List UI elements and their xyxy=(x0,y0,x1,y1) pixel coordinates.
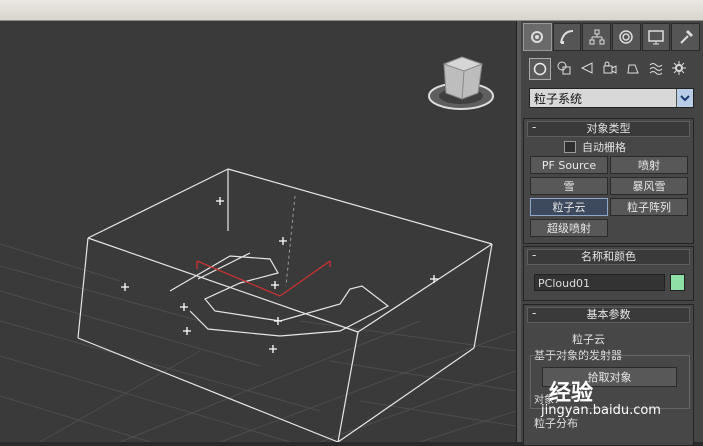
create-category-tabs xyxy=(529,58,699,80)
command-panel-tabs xyxy=(523,23,701,51)
sphere-icon xyxy=(533,62,547,76)
object-color-swatch[interactable] xyxy=(670,274,685,291)
axis-line xyxy=(285,195,296,287)
autogrid-label: 自动栅格 xyxy=(582,141,626,154)
perspective-viewport[interactable]: Baidu xyxy=(0,21,597,442)
name-color-title: 名称和颜色 xyxy=(581,250,636,263)
systems-category[interactable] xyxy=(669,58,689,78)
shapes-icon xyxy=(557,61,571,75)
super-spray-button[interactable]: 超级喷射 xyxy=(530,219,608,237)
spray-button[interactable]: 喷射 xyxy=(610,156,688,174)
parray-button[interactable]: 粒子阵列 xyxy=(610,198,688,216)
autogrid-checkbox[interactable] xyxy=(564,141,576,153)
particle-cloud-gizmo xyxy=(196,260,331,297)
spacewarps-category[interactable] xyxy=(646,58,666,78)
spiral-emitter-shape xyxy=(169,252,390,337)
particle-markers xyxy=(121,197,438,353)
viewcube xyxy=(428,56,494,110)
modify-icon xyxy=(560,30,574,44)
hierarchy-tab[interactable] xyxy=(582,23,612,51)
camera-icon xyxy=(603,61,617,74)
name-color-rollout: - 名称和颜色 PCloud01 xyxy=(523,246,694,301)
helpers-category[interactable] xyxy=(623,58,643,78)
hammer-icon xyxy=(679,30,693,44)
wave-icon xyxy=(649,63,663,75)
display-icon xyxy=(648,30,664,45)
ground-grid xyxy=(0,243,516,442)
motion-tab[interactable] xyxy=(612,23,641,51)
modify-tab[interactable] xyxy=(552,23,582,51)
name-color-header[interactable]: - 名称和颜色 xyxy=(527,248,690,265)
category-dropdown-value: 粒子系统 xyxy=(534,92,583,106)
chevron-down-icon xyxy=(680,95,690,102)
light-icon xyxy=(580,62,593,74)
object-type-title: 对象类型 xyxy=(586,122,631,135)
category-dropdown[interactable]: 粒子系统 xyxy=(529,88,694,108)
pcloud-button[interactable]: 粒子云 xyxy=(530,198,608,216)
command-panel: 粒子系统 - 对象类型 自动栅格 PF Source 喷射 雪 暴风雪 粒子云 … xyxy=(521,21,703,446)
hierarchy-icon xyxy=(589,29,605,45)
snow-button[interactable]: 雪 xyxy=(530,177,608,195)
object-type-header[interactable]: - 对象类型 xyxy=(527,120,690,137)
title-bar xyxy=(0,0,703,21)
viewport-scene xyxy=(0,56,516,442)
display-tab[interactable] xyxy=(641,23,671,51)
jingyan-url-watermark: jingyan.baidu.com xyxy=(541,403,661,418)
lights-category[interactable] xyxy=(577,58,597,78)
utilities-tab[interactable] xyxy=(671,23,701,51)
basic-parameters-title: 基本参数 xyxy=(586,308,631,321)
create-tab[interactable] xyxy=(523,23,552,51)
blizzard-button[interactable]: 暴风雪 xyxy=(610,177,688,195)
gear-icon xyxy=(672,61,686,75)
pf-source-button[interactable]: PF Source xyxy=(530,156,608,174)
basic-parameters-header[interactable]: - 基本参数 xyxy=(527,306,690,323)
create-icon xyxy=(531,31,544,43)
shapes-category[interactable] xyxy=(554,58,574,78)
cameras-category[interactable] xyxy=(600,58,620,78)
object-type-rollout: - 对象类型 自动栅格 PF Source 喷射 雪 暴风雪 粒子云 粒子阵列 … xyxy=(523,118,694,244)
helper-icon xyxy=(627,64,639,74)
geometry-category[interactable] xyxy=(529,58,551,80)
object-name-field[interactable]: PCloud01 xyxy=(534,274,665,291)
dropdown-arrow[interactable] xyxy=(676,89,693,107)
pcloud-subtitle: 粒子云 xyxy=(572,333,605,346)
motion-icon xyxy=(619,30,634,44)
